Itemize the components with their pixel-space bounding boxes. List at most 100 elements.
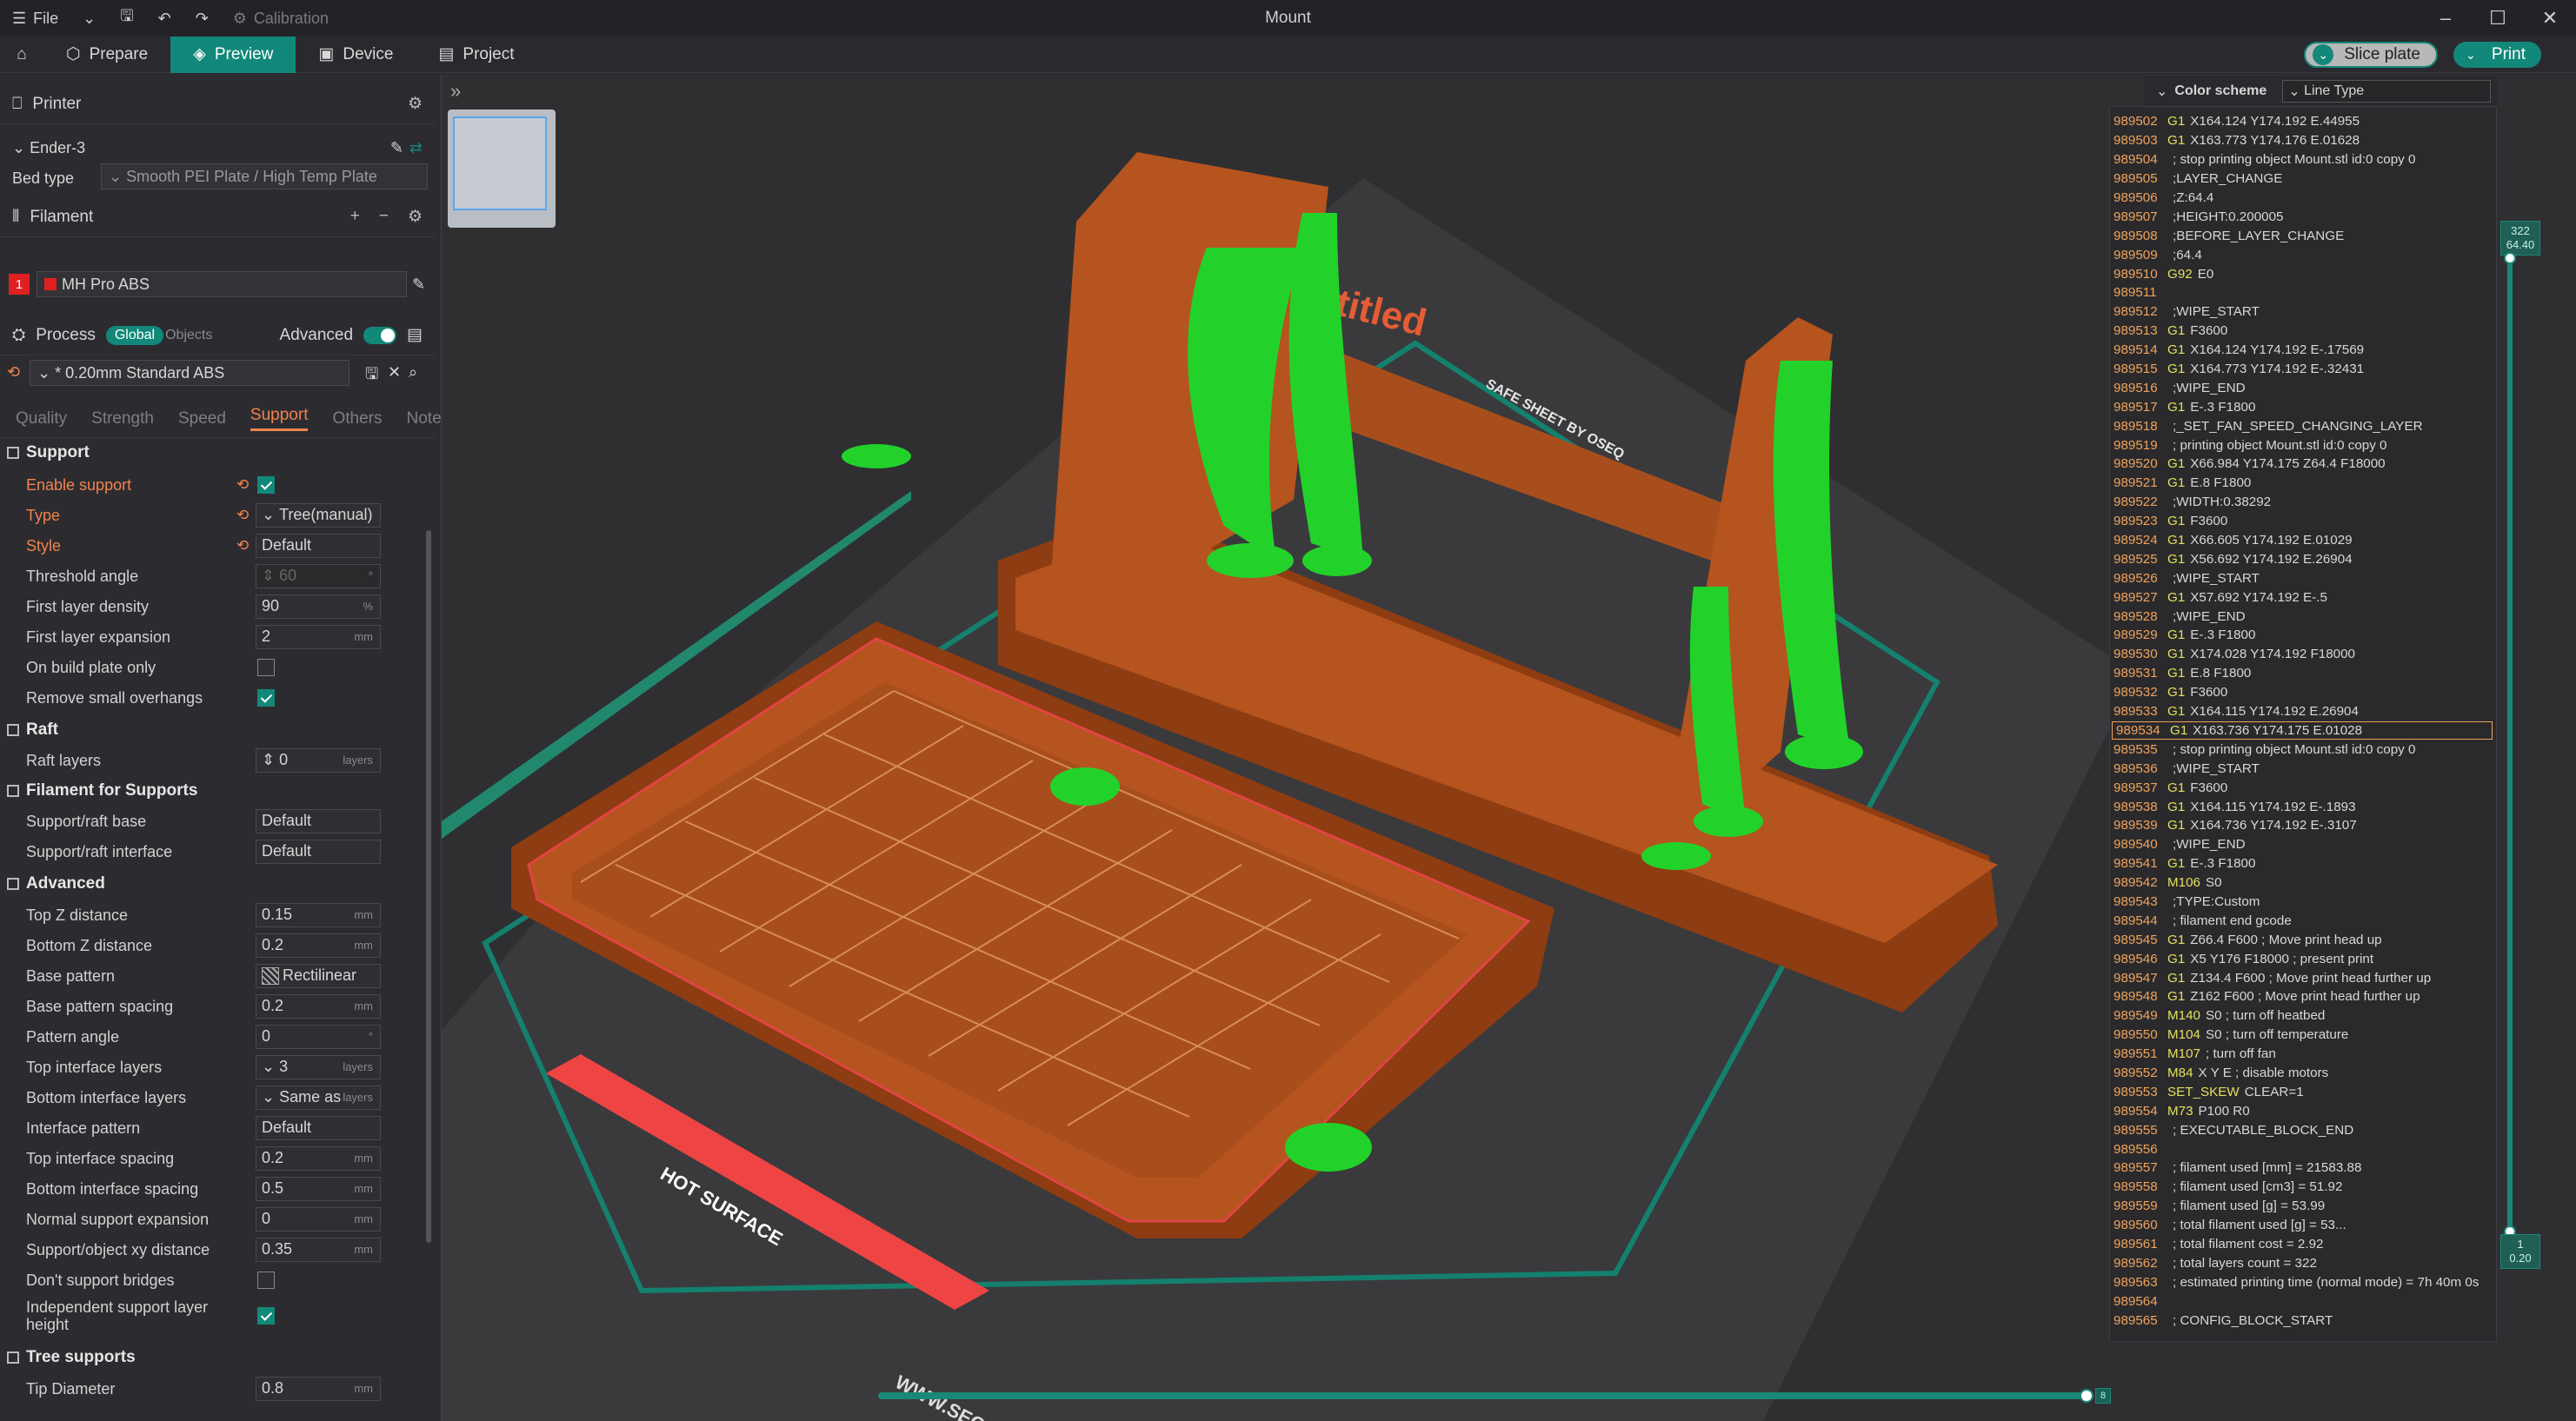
gcode-line[interactable]: 989512 ;WIPE_START: [2110, 302, 2496, 322]
print-dropdown-chevron-icon[interactable]: ⌄: [2460, 44, 2481, 65]
bottom-z-input[interactable]: 0.2 mm: [256, 933, 381, 958]
tab-project[interactable]: ▤ Project: [416, 37, 536, 73]
gcode-line[interactable]: 989559 ; filament used [g] = 53.99: [2110, 1197, 2496, 1216]
type-select[interactable]: ⌄ Tree(manual): [256, 502, 381, 528]
printer-selector[interactable]: ⌄ Ender-3 ✎ ⇄: [5, 135, 428, 161]
gcode-line[interactable]: 989548 G1 Z162 F600 ; Move print head furt…: [2110, 987, 2496, 1006]
gcode-line[interactable]: 989554 M73 P100 R0: [2110, 1101, 2496, 1120]
gcode-line[interactable]: 989516 ;WIPE_END: [2110, 378, 2496, 397]
tip-diameter-input[interactable]: 0.8 mm: [256, 1376, 381, 1401]
raft-base-select[interactable]: Default: [256, 808, 381, 833]
gcode-line[interactable]: 989544 ; filament end gcode: [2110, 911, 2496, 930]
gcode-line[interactable]: 989528 ;WIPE_END: [2110, 607, 2496, 626]
gcode-viewer[interactable]: 989502 G1 X164.124 Y174.192 E.44955 989503 G…: [2109, 106, 2497, 1342]
gcode-line[interactable]: 989553 SET_SKEW CLEAR=1: [2110, 1082, 2496, 1101]
gcode-line[interactable]: 989563 ; estimated printing time (normal …: [2110, 1272, 2496, 1292]
close-icon[interactable]: ✕: [2524, 0, 2576, 37]
slice-plate-button[interactable]: ⌄ Slice plate: [2304, 42, 2438, 68]
home-icon[interactable]: ⌂: [0, 37, 43, 73]
gcode-line[interactable]: 989519 ; printing object Mount.stl id:0 c…: [2110, 435, 2496, 455]
gcode-line[interactable]: 989518 ;_SET_FAN_SPEED_CHANGING_LAYER: [2110, 416, 2496, 435]
maximize-icon[interactable]: ☐: [2472, 0, 2524, 37]
gcode-line[interactable]: 989547 G1 Z134.4 F600 ; Move print head fu…: [2110, 968, 2496, 987]
gcode-line[interactable]: 989521 G1 E.8 F1800: [2110, 474, 2496, 493]
gcode-line[interactable]: 989520 G1 X66.984 Y174.175 Z64.4 F18000: [2110, 455, 2496, 474]
save-icon[interactable]: 🖫: [108, 0, 145, 37]
undo-icon[interactable]: ↶: [146, 0, 183, 37]
file-dropdown-chevron-icon[interactable]: ⌄: [70, 0, 108, 37]
gcode-line[interactable]: 989558 ; filament used [cm3] = 51.92: [2110, 1178, 2496, 1197]
gcode-line[interactable]: 989552 M84 X Y E ; disable motors: [2110, 1064, 2496, 1083]
add-filament-icon[interactable]: +: [350, 207, 360, 227]
printer-settings-gear-icon[interactable]: ⚙: [408, 94, 423, 114]
independent-support-height-checkbox[interactable]: [257, 1307, 275, 1325]
gcode-line[interactable]: 989551 M107 ; turn off fan: [2110, 1045, 2496, 1064]
advanced-toggle[interactable]: [363, 326, 397, 344]
gcode-line[interactable]: 989504 ; stop printing object Mount.stl i…: [2110, 150, 2496, 169]
gcode-line[interactable]: 989549 M140 S0 ; turn off heatbed: [2110, 1006, 2496, 1026]
gcode-line[interactable]: 989530 G1 X174.028 Y174.192 F18000: [2110, 645, 2496, 664]
color-scheme-collapse-icon[interactable]: ⌄: [2156, 83, 2167, 100]
process-global-toggle[interactable]: Global: [105, 325, 164, 345]
redo-icon[interactable]: ↷: [183, 0, 221, 37]
gcode-line[interactable]: 989515 G1 X164.773 Y174.192 E-.32431: [2110, 360, 2496, 379]
settings-scrollbar[interactable]: [426, 530, 431, 1243]
reset-icon[interactable]: ⟲: [236, 507, 249, 524]
gcode-line[interactable]: 989561 ; total filament cost = 2.92: [2110, 1235, 2496, 1254]
gcode-line[interactable]: 989523 G1 F3600: [2110, 512, 2496, 531]
gcode-line[interactable]: 989517 G1 E-.3 F1800: [2110, 397, 2496, 416]
preset-reset-icon[interactable]: ⟲: [7, 363, 20, 382]
reset-icon[interactable]: ⟲: [236, 476, 249, 494]
printer-edit-icon[interactable]: ✎: [390, 139, 403, 157]
top-interface-layers-select[interactable]: ⌄ 3 layers: [256, 1054, 381, 1079]
plate-thumbnail[interactable]: [448, 110, 556, 228]
subtab-notes[interactable]: Notes: [407, 409, 442, 428]
color-scheme-select[interactable]: ⌄ Line Type: [2282, 80, 2492, 103]
preset-search-icon[interactable]: ⌕: [409, 363, 417, 382]
bottom-interface-layers-select[interactable]: ⌄ Same as layers: [256, 1085, 381, 1110]
slice-dropdown-chevron-icon[interactable]: ⌄: [2313, 44, 2334, 65]
gcode-line[interactable]: 989502 G1 X164.124 Y174.192 E.44955: [2110, 112, 2496, 131]
raft-interface-select[interactable]: Default: [256, 839, 381, 864]
gcode-line[interactable]: 989522 ;WIDTH:0.38292: [2110, 493, 2496, 512]
print-button[interactable]: ⌄ Print: [2453, 42, 2541, 68]
process-objects-toggle[interactable]: Objects: [165, 328, 212, 343]
gcode-line[interactable]: 989525 G1 X56.692 Y174.192 E.26904: [2110, 549, 2496, 568]
gcode-line[interactable]: 989543 ;TYPE:Custom: [2110, 893, 2496, 912]
gcode-line[interactable]: 989560 ; total filament used [g] = 53...: [2110, 1216, 2496, 1235]
tab-device[interactable]: ▣ Device: [296, 37, 416, 73]
tab-preview[interactable]: ◈ Preview: [170, 36, 296, 73]
xy-distance-input[interactable]: 0.35 mm: [256, 1237, 381, 1262]
gcode-line[interactable]: 989550 M104 S0 ; turn off temperature: [2110, 1026, 2496, 1045]
gcode-line[interactable]: 989508 ;BEFORE_LAYER_CHANGE: [2110, 226, 2496, 245]
gcode-line[interactable]: 989513 G1 F3600: [2110, 322, 2496, 341]
gcode-line[interactable]: 989557 ; filament used [mm] = 21583.88: [2110, 1159, 2496, 1178]
layer-slider-track[interactable]: [2507, 252, 2513, 1234]
style-select[interactable]: Default: [256, 533, 381, 558]
gcode-line[interactable]: 989526 ;WIPE_START: [2110, 568, 2496, 588]
gcode-line[interactable]: 989564: [2110, 1292, 2496, 1311]
filament-selector[interactable]: MH Pro ABS: [37, 271, 407, 297]
remove-filament-icon[interactable]: −: [379, 207, 389, 227]
gcode-line[interactable]: 989539 G1 X164.736 Y174.192 E-.3107: [2110, 816, 2496, 835]
file-menu[interactable]: ☰ File: [0, 0, 70, 37]
preset-close-icon[interactable]: ✕: [388, 363, 401, 382]
subtab-strength[interactable]: Strength: [91, 409, 154, 428]
layer-top-handle[interactable]: [2504, 252, 2516, 264]
gcode-line[interactable]: 989506 ;Z:64.4: [2110, 189, 2496, 208]
gcode-line[interactable]: 989555 ; EXECUTABLE_BLOCK_END: [2110, 1120, 2496, 1139]
subtab-quality[interactable]: Quality: [16, 409, 67, 428]
top-interface-spacing-input[interactable]: 0.2 mm: [256, 1145, 381, 1171]
gcode-line[interactable]: 989542 M106 S0: [2110, 873, 2496, 893]
gcode-line[interactable]: 989503 G1 X163.773 Y174.176 E.01628: [2110, 131, 2496, 150]
subtab-support[interactable]: Support: [250, 406, 309, 431]
gcode-line[interactable]: 989514 G1 X164.124 Y174.192 E-.17569: [2110, 341, 2496, 360]
on-build-plate-checkbox[interactable]: [257, 658, 275, 676]
base-pattern-select[interactable]: Rectilinear: [256, 963, 381, 988]
bed-type-select[interactable]: ⌄ Smooth PEI Plate / High Temp Plate: [101, 163, 428, 189]
subtab-speed[interactable]: Speed: [178, 409, 226, 428]
gcode-line[interactable]: 989505 ;LAYER_CHANGE: [2110, 169, 2496, 189]
gcode-line[interactable]: 989533 G1 X164.115 Y174.192 E.26904: [2110, 702, 2496, 721]
filament-settings-gear-icon[interactable]: ⚙: [408, 207, 423, 227]
enable-support-checkbox[interactable]: [257, 475, 275, 494]
